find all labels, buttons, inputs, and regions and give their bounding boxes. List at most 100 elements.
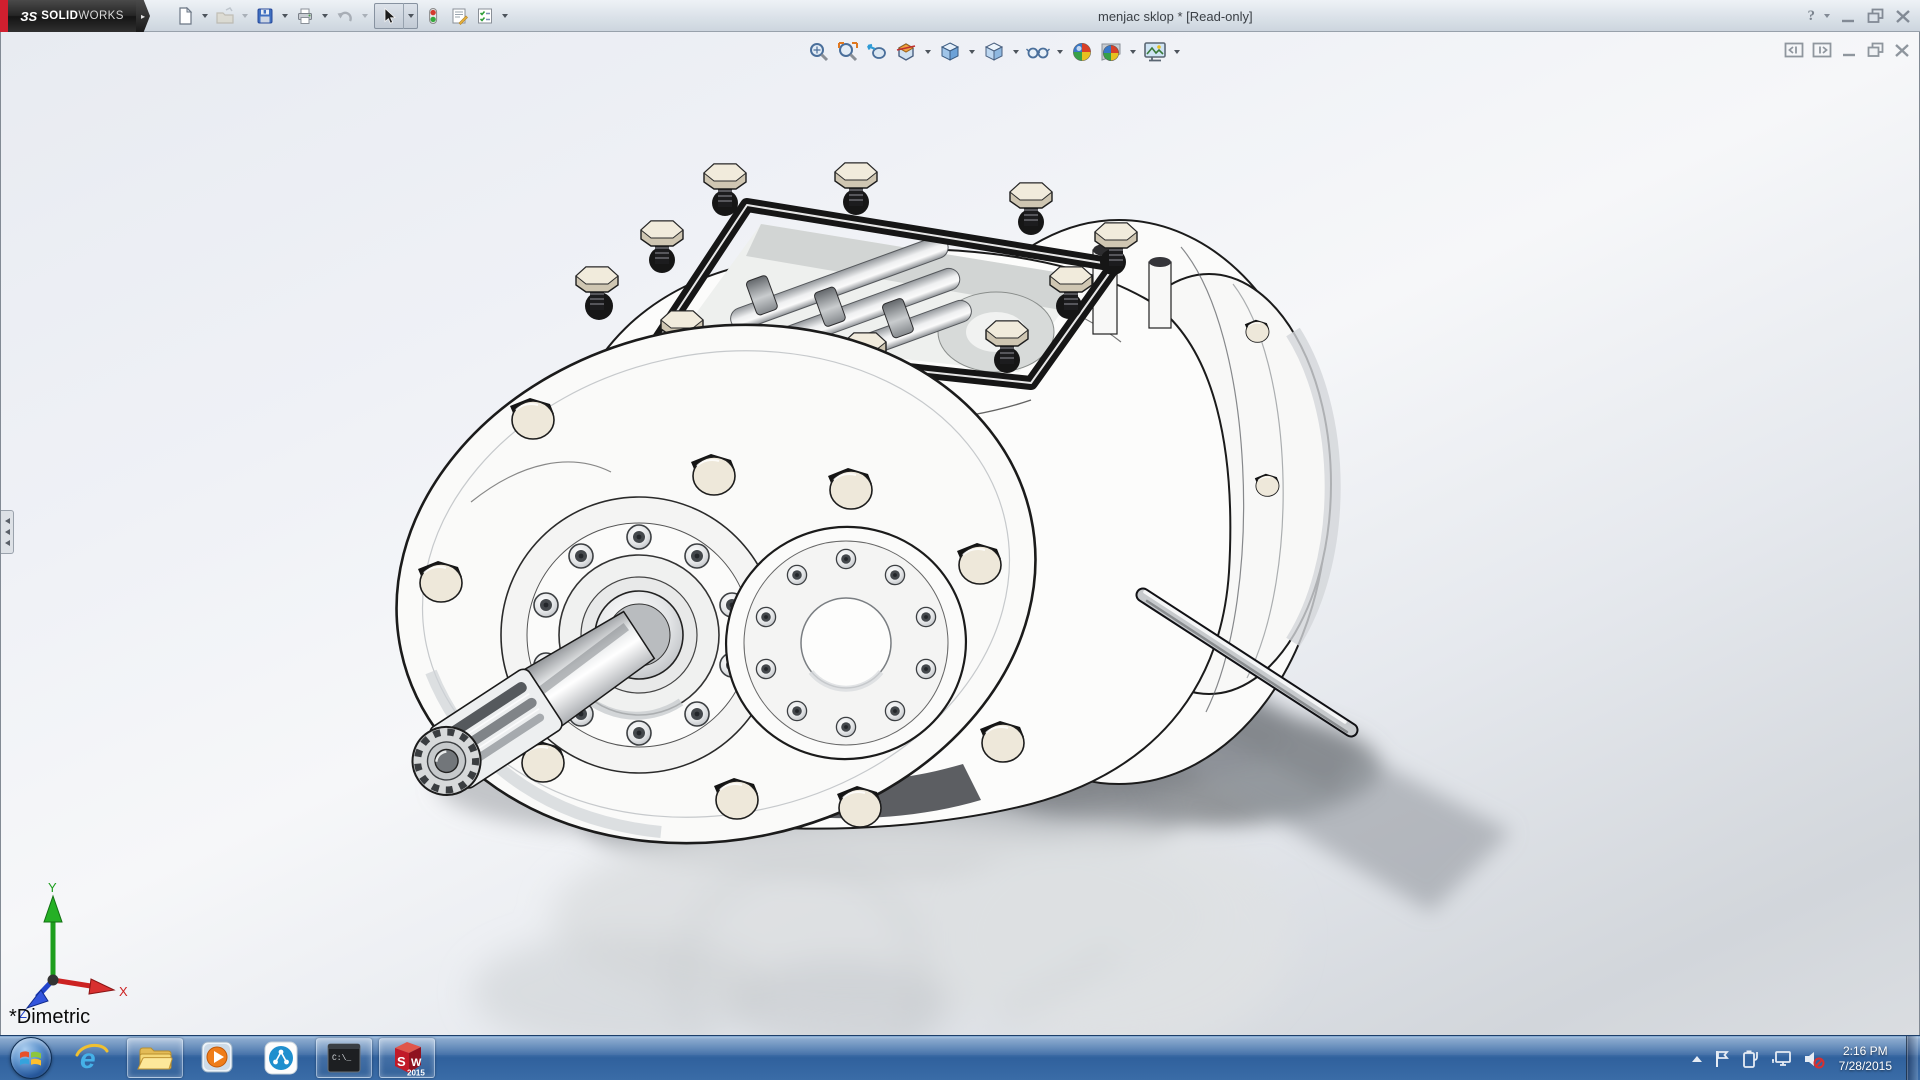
doc-close-button[interactable] [1893,43,1911,58]
hide-show-items-button[interactable] [1026,40,1050,64]
network-icon [1771,1049,1793,1068]
start-button[interactable] [10,1037,52,1079]
blue-nodes-app-icon [264,1041,298,1075]
network-button[interactable] [1771,1049,1793,1068]
show-desktop-button[interactable] [1906,1036,1918,1080]
section-view-dropdown[interactable] [923,50,933,54]
taskbar-item-media-player[interactable] [190,1038,246,1078]
clock-time: 2:16 PM [1839,1044,1892,1059]
chevron-left-icon [5,529,10,535]
taskbar-items: e [64,1038,435,1078]
select-tool-button[interactable] [375,3,403,29]
sw-badge-w: W [411,1057,422,1069]
close-button[interactable] [1894,9,1912,24]
clock-date: 7/28/2015 [1839,1059,1892,1074]
select-tool-dropdown[interactable] [403,3,417,29]
battery-plug-icon [1741,1049,1761,1069]
save-dropdown[interactable] [278,3,292,29]
speaker-muted-icon [1803,1049,1825,1069]
show-hidden-icons-button[interactable] [1691,1054,1703,1064]
options-button[interactable] [472,3,498,29]
chevron-left-icon [5,540,10,546]
heads-up-view-toolbar [807,40,1182,64]
volume-button[interactable] [1803,1049,1825,1069]
apply-scene-dropdown[interactable] [1128,50,1138,54]
triad-y-label: Y [48,880,57,895]
taskbar-item-blue-nodes-app[interactable] [253,1038,309,1078]
apply-scene-button[interactable] [1099,40,1123,64]
restore-button[interactable] [1866,8,1885,24]
pane-collapse-left-button[interactable] [1784,42,1804,58]
taskbar-clock[interactable]: 2:16 PM 7/28/2015 [1839,1044,1892,1074]
media-player-icon [201,1041,235,1075]
taskbar-item-solidworks[interactable]: S W 2015 [379,1038,435,1078]
windows-taskbar: e [0,1035,1920,1080]
help-dropdown[interactable] [1824,14,1830,18]
solidworks-logo: ЗS SOLID WORKS [8,0,136,32]
view-orientation-label: *Dimetric [9,1006,90,1029]
sw-badge-s: S [397,1054,406,1069]
undo-dropdown[interactable] [358,3,372,29]
brand-accent-strip [0,0,8,32]
gearbox-3d-model[interactable] [1,32,1920,1035]
help-icon[interactable]: ? [1808,8,1816,25]
view-settings-dropdown[interactable] [1172,50,1182,54]
featuremanager-collapsed-tab[interactable] [1,510,14,554]
graphics-viewport[interactable]: Y X Z *Dimetric [0,32,1920,1035]
open-button[interactable] [212,3,238,29]
print-dropdown[interactable] [318,3,332,29]
solidworks-2015-icon: S W 2015 [388,1039,426,1077]
view-orientation-button[interactable] [938,40,962,64]
document-window-controls [1784,42,1911,58]
internet-explorer-icon: e [74,1041,110,1075]
power-battery-button[interactable] [1741,1049,1761,1069]
select-tool-group [374,3,418,29]
flag-icon [1713,1049,1731,1069]
display-style-button[interactable] [982,40,1006,64]
rebuild-button[interactable] [420,3,446,29]
command-prompt-icon: C:\_ [327,1043,361,1073]
pane-expand-right-button[interactable] [1812,42,1832,58]
file-properties-button[interactable] [446,3,472,29]
title-bar: ЗS SOLID WORKS ▸ [0,0,1920,32]
new-document-dropdown[interactable] [198,3,212,29]
section-view-button[interactable] [894,40,918,64]
quick-access-toolbar [172,3,512,29]
taskbar-item-command-prompt[interactable]: C:\_ [316,1038,372,1078]
view-settings-button[interactable] [1143,40,1167,64]
display-style-dropdown[interactable] [1011,50,1021,54]
edit-appearance-button[interactable] [1070,40,1094,64]
chevron-up-icon [1691,1054,1703,1064]
zoom-to-area-button[interactable] [836,40,860,64]
previous-view-button[interactable] [865,40,889,64]
window-controls: ? [1808,0,1913,32]
floor-reflection [471,817,1291,1035]
system-tray: 2:16 PM 7/28/2015 [1691,1036,1920,1080]
sw-badge-year: 2015 [407,1069,425,1078]
view-orientation-dropdown[interactable] [967,50,977,54]
command-prompt-label: C:\_ [332,1054,351,1063]
doc-restore-button[interactable] [1866,42,1885,58]
taskbar-item-windows-explorer[interactable] [127,1038,183,1078]
solidworks-window: ЗS SOLID WORKS ▸ [0,0,1920,1080]
hide-show-items-dropdown[interactable] [1055,50,1065,54]
save-button[interactable] [252,3,278,29]
new-document-button[interactable] [172,3,198,29]
folder-icon [136,1042,174,1074]
minimize-button[interactable] [1839,9,1857,24]
open-dropdown[interactable] [238,3,252,29]
triad-x-label: X [119,984,128,999]
zoom-to-fit-button[interactable] [807,40,831,64]
action-center-button[interactable] [1713,1049,1731,1069]
show-menu-arrow[interactable]: ▸ [136,0,150,32]
document-title: menjac sklop * [Read-only] [1098,0,1253,32]
orientation-triad: Y X Z [17,880,137,1020]
taskbar-item-internet-explorer[interactable]: e [64,1038,120,1078]
doc-minimize-button[interactable] [1840,43,1858,58]
chevron-left-icon [5,518,10,524]
windows-flag-icon [19,1047,43,1069]
dassault-logo-glyph: ЗS [20,9,37,24]
print-button[interactable] [292,3,318,29]
undo-button[interactable] [332,3,358,29]
options-dropdown[interactable] [498,3,512,29]
